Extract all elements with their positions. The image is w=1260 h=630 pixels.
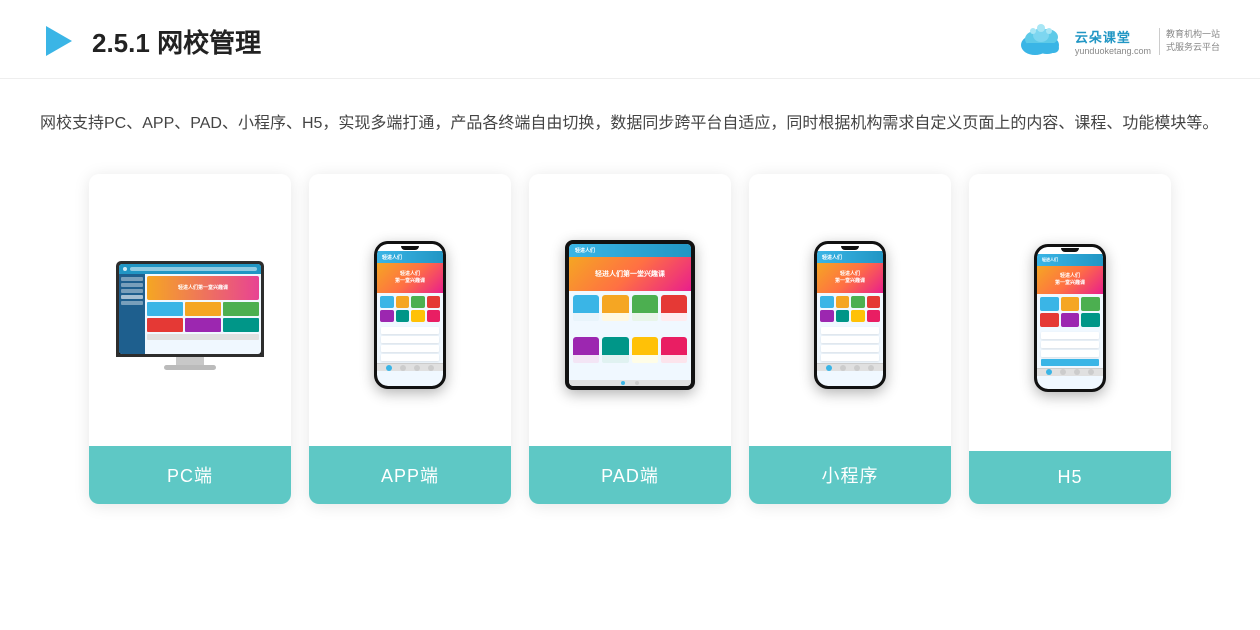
card-miniapp-label: 小程序 [749, 446, 951, 504]
tagline-line2: 式服务云平台 [1166, 41, 1220, 55]
card-pad-label: PAD端 [529, 446, 731, 504]
description-text: 网校支持PC、APP、PAD、小程序、H5，实现多端打通，产品各终端自由切换，数… [40, 115, 1218, 132]
title-prefix: 2.5.1 [92, 28, 157, 58]
description: 网校支持PC、APP、PAD、小程序、H5，实现多端打通，产品各终端自由切换，数… [0, 79, 1260, 159]
cards-container: 轻进人们第一堂兴趣课 [0, 159, 1260, 524]
header-title: 2.5.1 网校管理 [92, 23, 261, 60]
header: 2.5.1 网校管理 [0, 0, 1260, 79]
brand-name: 云朵课堂 [1075, 27, 1151, 46]
card-h5-label: H5 [969, 451, 1171, 504]
card-app-image: 轻进人们 轻进人们第一堂兴趣课 [309, 174, 511, 446]
card-app: 轻进人们 轻进人们第一堂兴趣课 [309, 174, 511, 504]
card-miniapp: 轻进人们 轻进人们第一堂兴趣课 [749, 174, 951, 504]
card-app-label: APP端 [309, 446, 511, 504]
card-pad-image: 轻进人们 轻进人们第一堂兴趣课 [529, 174, 731, 446]
card-miniapp-image: 轻进人们 轻进人们第一堂兴趣课 [749, 174, 951, 446]
play-icon [40, 22, 78, 60]
brand-text: 云朵课堂 yunduoketang.com [1075, 27, 1151, 56]
tagline-line1: 教育机构一站 [1166, 28, 1220, 42]
brand-tagline: 教育机构一站 式服务云平台 [1159, 28, 1220, 55]
card-h5-image: 轻进人们 轻进人们第一堂兴趣课 [969, 174, 1171, 451]
card-pc-label: PC端 [89, 446, 291, 504]
card-pad: 轻进人们 轻进人们第一堂兴趣课 [529, 174, 731, 504]
brand-logo: 云朵课堂 yunduoketang.com 教育机构一站 式服务云平台 [1015, 23, 1220, 59]
page: 2.5.1 网校管理 [0, 0, 1260, 630]
card-pc-image: 轻进人们第一堂兴趣课 [89, 174, 291, 446]
brand-icon [1015, 23, 1067, 59]
brand-url: yunduoketang.com [1075, 46, 1151, 56]
title-main: 网校管理 [157, 28, 261, 58]
header-left: 2.5.1 网校管理 [40, 22, 261, 60]
card-h5: 轻进人们 轻进人们第一堂兴趣课 [969, 174, 1171, 504]
card-pc: 轻进人们第一堂兴趣课 [89, 174, 291, 504]
